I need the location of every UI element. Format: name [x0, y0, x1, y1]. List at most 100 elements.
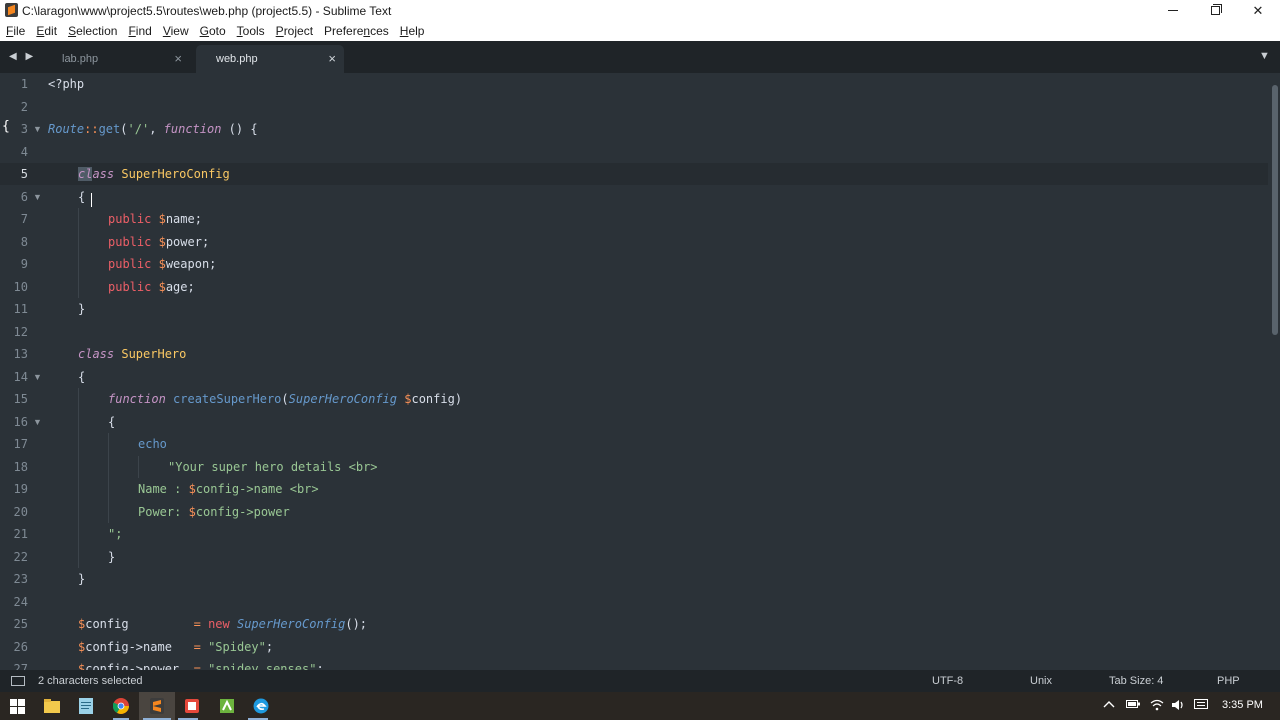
encoding-status[interactable]: UTF-8	[932, 675, 963, 687]
code-line[interactable]: 25 $config = new SuperHeroConfig();	[0, 613, 1268, 635]
code-token: ";	[108, 527, 123, 541]
code-line[interactable]: 23}	[0, 568, 1268, 590]
menu-project[interactable]: Project	[276, 24, 313, 38]
code-line[interactable]: 27 $config->power = "spidey senses";	[0, 658, 1268, 670]
code-token: config->power	[85, 662, 194, 670]
code-token: $	[188, 504, 196, 519]
menu-view[interactable]: View	[163, 24, 189, 38]
code-line[interactable]: 10 public $age;	[0, 275, 1268, 298]
tab-list-dropdown-icon[interactable]: ▼	[1259, 50, 1270, 62]
menu-tools[interactable]: Tools	[237, 24, 265, 38]
fold-arrow-icon[interactable]: ▼	[33, 192, 42, 202]
file-explorer-icon[interactable]	[44, 698, 60, 714]
scrollbar-thumb[interactable]	[1272, 85, 1278, 335]
minimize-icon	[1168, 10, 1178, 11]
code-line[interactable]: 13 class SuperHero	[0, 343, 1268, 365]
fold-arrow-icon[interactable]: ▼	[33, 417, 42, 427]
code-line[interactable]: 20 Power: $config->power	[0, 500, 1268, 523]
maximize-button[interactable]	[1192, 0, 1238, 21]
code-line[interactable]: 19 Name : $config->name <br>	[0, 478, 1268, 501]
indent-guide	[78, 478, 79, 501]
volume-icon[interactable]	[1171, 699, 1185, 714]
menu-help[interactable]: Help	[400, 24, 425, 38]
code-token: config->name	[85, 639, 194, 654]
fold-arrow-icon[interactable]: ▼	[33, 124, 42, 134]
code-line[interactable]: 17 echo	[0, 433, 1268, 456]
code-line[interactable]: 1 <?php	[0, 73, 1268, 95]
code-line[interactable]: 12	[0, 321, 1268, 343]
code-token: "Your super hero details <br>	[168, 459, 378, 474]
syntax-status[interactable]: PHP	[1217, 675, 1240, 687]
close-window-button[interactable]: ✕	[1235, 0, 1280, 21]
app-green-icon[interactable]	[219, 698, 235, 714]
panel-toggle-icon[interactable]	[11, 676, 25, 686]
code-text: $config->power = "spidey senses";	[78, 662, 324, 670]
code-text: Name : $config->name <br>	[138, 482, 319, 496]
chevron-up-icon[interactable]	[1103, 699, 1115, 712]
line-number: 16	[13, 414, 28, 429]
sublime-text-icon[interactable]	[149, 698, 165, 714]
code-line[interactable]: 15 function createSuperHero(SuperHeroConf…	[0, 388, 1268, 411]
tab-close-icon[interactable]: ×	[174, 51, 182, 66]
app-red-icon[interactable]	[184, 698, 200, 714]
tab-close-icon[interactable]: ×	[328, 51, 336, 66]
code-line[interactable]: 3 ▼ Route::get('/', function () {	[0, 118, 1268, 140]
title-bar: C:\laragon\www\project5.5\routes\web.php…	[0, 0, 1280, 21]
indent-guide	[78, 433, 79, 456]
line-endings-status[interactable]: Unix	[1030, 675, 1052, 687]
notepad-icon[interactable]	[78, 698, 94, 714]
code-line[interactable]: 6 ▼ {	[0, 186, 1268, 208]
windows-start-icon[interactable]	[9, 698, 25, 714]
code-line[interactable]: 16 ▼ {	[0, 410, 1268, 433]
code-line[interactable]: 4	[0, 141, 1268, 163]
battery-icon[interactable]	[1126, 699, 1140, 712]
line-number: 9	[20, 257, 28, 271]
code-text: <?php	[48, 77, 84, 91]
code-line[interactable]: 11}	[0, 298, 1268, 320]
menu-selection[interactable]: Selection	[68, 24, 117, 38]
code-text: "Your super hero details <br>	[168, 460, 378, 474]
code-line[interactable]: 14 ▼ {	[0, 366, 1268, 388]
line-number: 26	[13, 639, 28, 654]
menu-goto[interactable]: Goto	[200, 24, 226, 38]
wifi-icon[interactable]	[1150, 699, 1164, 714]
code-line[interactable]: 7 public $name;	[0, 208, 1268, 231]
code-token: config->power	[195, 504, 290, 519]
code-line[interactable]: 8 public $power;	[0, 230, 1268, 253]
tab-size-status[interactable]: Tab Size: 4	[1109, 675, 1163, 687]
chrome-icon[interactable]	[113, 698, 129, 714]
menu-find[interactable]: Find	[128, 24, 151, 38]
code-line[interactable]: 18 "Your super hero details <br>	[0, 455, 1268, 478]
indent-guide	[78, 545, 79, 568]
code-line[interactable]: 21 ";	[0, 523, 1268, 546]
tab-lab-php[interactable]: lab.php ×	[46, 45, 194, 73]
code-token: age;	[165, 279, 195, 294]
line-number: 18	[13, 459, 28, 474]
code-token: $	[158, 234, 166, 249]
code-text: public $name;	[108, 212, 202, 226]
code-line[interactable]: 5 class SuperHeroConfig	[0, 163, 1268, 185]
code-line[interactable]: 26 $config->name = "Spidey";	[0, 636, 1268, 658]
tab-navigation-arrows-icon[interactable]: ◀ ▶	[9, 51, 36, 62]
code-line[interactable]: 24	[0, 591, 1268, 613]
code-token: $	[188, 482, 196, 496]
code-text: {	[78, 370, 85, 384]
code-line[interactable]: 9 public $weapon;	[0, 253, 1268, 276]
code-line[interactable]: 22}	[0, 545, 1268, 568]
edge-icon[interactable]	[253, 698, 269, 714]
vertical-scrollbar[interactable]	[1268, 73, 1280, 670]
taskbar-clock[interactable]: 3:35 PM	[1222, 699, 1263, 711]
code-token: config)	[411, 392, 463, 406]
menu-file[interactable]: File	[6, 24, 25, 38]
fold-arrow-icon[interactable]: ▼	[33, 372, 42, 382]
notifications-icon[interactable]	[1194, 699, 1208, 714]
tab-web-php[interactable]: web.php ×	[196, 45, 344, 73]
menu-edit[interactable]: Edit	[36, 24, 57, 38]
line-number: 24	[13, 594, 28, 609]
code-editor[interactable]: { 1 <?php 2 3 ▼ Route::get('/', function () {…	[0, 73, 1280, 670]
code-line[interactable]: 2	[0, 96, 1268, 118]
menu-preferences[interactable]: Preferences	[324, 24, 389, 38]
minimize-button[interactable]	[1150, 0, 1196, 21]
code-token: {	[78, 189, 86, 204]
